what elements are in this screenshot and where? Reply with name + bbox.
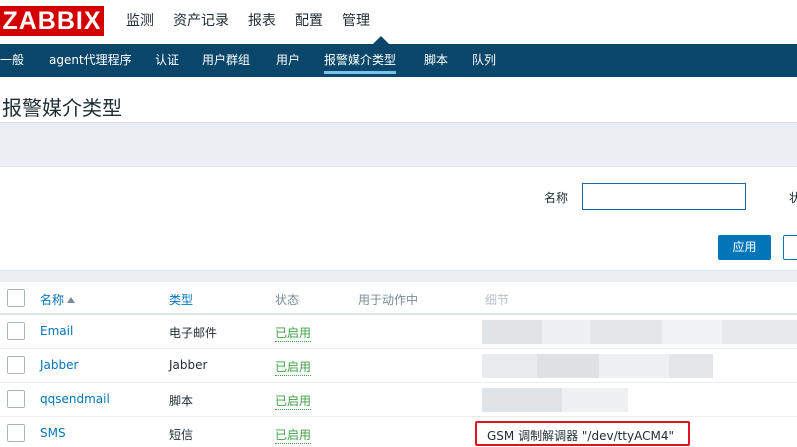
top-header: ZABBIX 监测 资产记录 报表 配置 管理 <box>0 0 797 44</box>
subnav-authentication[interactable]: 认证 <box>155 44 179 77</box>
redacted-block <box>662 320 722 344</box>
subnav-media-types[interactable]: 报警媒介类型 <box>324 44 397 77</box>
redacted-block <box>562 388 628 412</box>
menu-administration[interactable]: 管理 <box>342 0 370 44</box>
media-type-type: 脚本 <box>169 394 194 408</box>
subnav-queue[interactable]: 队列 <box>472 44 496 77</box>
redacted-block <box>722 320 797 344</box>
column-type-header[interactable]: 类型 <box>169 291 193 308</box>
status-toggle[interactable]: 已启用 <box>275 358 312 376</box>
zabbix-logo[interactable]: ZABBIX <box>0 6 104 36</box>
menu-monitoring[interactable]: 监测 <box>126 0 154 44</box>
table-header: 名称 类型 状态 用于动作中 细节 <box>0 282 797 315</box>
page-title: 报警媒介类型 <box>2 96 122 120</box>
active-menu-caret-icon <box>373 36 389 44</box>
redacted-block <box>599 354 669 378</box>
subnav-scripts[interactable]: 脚本 <box>424 44 448 77</box>
media-type-name-link[interactable]: SMS <box>40 426 66 440</box>
redacted-block <box>482 354 537 378</box>
subnav-user-groups[interactable]: 用户群组 <box>202 44 250 77</box>
select-all-checkbox[interactable] <box>7 289 25 307</box>
redacted-block <box>542 320 590 344</box>
media-type-type: 短信 <box>169 428 194 442</box>
media-type-name-link[interactable]: Email <box>40 324 73 338</box>
subnav-users[interactable]: 用户 <box>276 44 300 77</box>
sort-ascending-icon <box>67 297 76 303</box>
sub-navigation: 一般 agent代理程序 认证 用户群组 用户 报警媒介类型 脚本 队列 <box>0 44 797 77</box>
menu-inventory[interactable]: 资产记录 <box>173 0 229 44</box>
row-checkbox[interactable] <box>7 390 25 408</box>
redacted-block <box>590 320 662 344</box>
reset-button[interactable] <box>783 235 797 260</box>
filter-name-input[interactable] <box>582 183 746 210</box>
column-used-in-actions-header: 用于动作中 <box>358 293 419 307</box>
filter-name-label: 名称 <box>544 191 569 205</box>
apply-button[interactable]: 应用 <box>718 235 771 260</box>
main-menu: 监测 资产记录 报表 配置 管理 <box>126 0 389 44</box>
status-toggle[interactable]: 已启用 <box>275 426 312 444</box>
subnav-general[interactable]: 一般 <box>0 44 24 77</box>
menu-reports[interactable]: 报表 <box>248 0 276 44</box>
column-details-header: 细节 <box>485 293 510 307</box>
redacted-block <box>537 354 599 378</box>
media-type-name-link[interactable]: Jabber <box>40 358 78 372</box>
status-toggle[interactable]: 已启用 <box>275 392 312 410</box>
menu-configuration[interactable]: 配置 <box>295 0 323 44</box>
table-row: qqsendmail 脚本 已启用 <box>0 383 797 417</box>
status-toggle[interactable]: 已启用 <box>275 324 312 342</box>
filter-panel: 名称 状 应用 <box>0 166 797 271</box>
media-type-type: Jabber <box>169 358 208 372</box>
row-checkbox[interactable] <box>7 424 25 442</box>
column-name-header[interactable]: 名称 <box>40 291 76 308</box>
redacted-block <box>482 388 562 412</box>
media-type-name-link[interactable]: qqsendmail <box>40 392 110 406</box>
filter-status-label: 状 <box>789 191 797 205</box>
subnav-proxies[interactable]: agent代理程序 <box>49 44 132 77</box>
sms-details-highlight: GSM 调制解调器 "/dev/ttyACM4" <box>475 421 690 446</box>
column-status-header: 状态 <box>275 293 300 307</box>
column-name-label: 名称 <box>40 293 65 307</box>
media-type-type: 电子邮件 <box>169 326 218 340</box>
redacted-block <box>482 320 542 344</box>
row-checkbox[interactable] <box>7 322 25 340</box>
redacted-block <box>669 354 713 378</box>
title-bar: 报警媒介类型 <box>0 77 797 123</box>
row-checkbox[interactable] <box>7 356 25 374</box>
sms-details-text: GSM 调制解调器 "/dev/ttyACM4" <box>487 429 675 443</box>
